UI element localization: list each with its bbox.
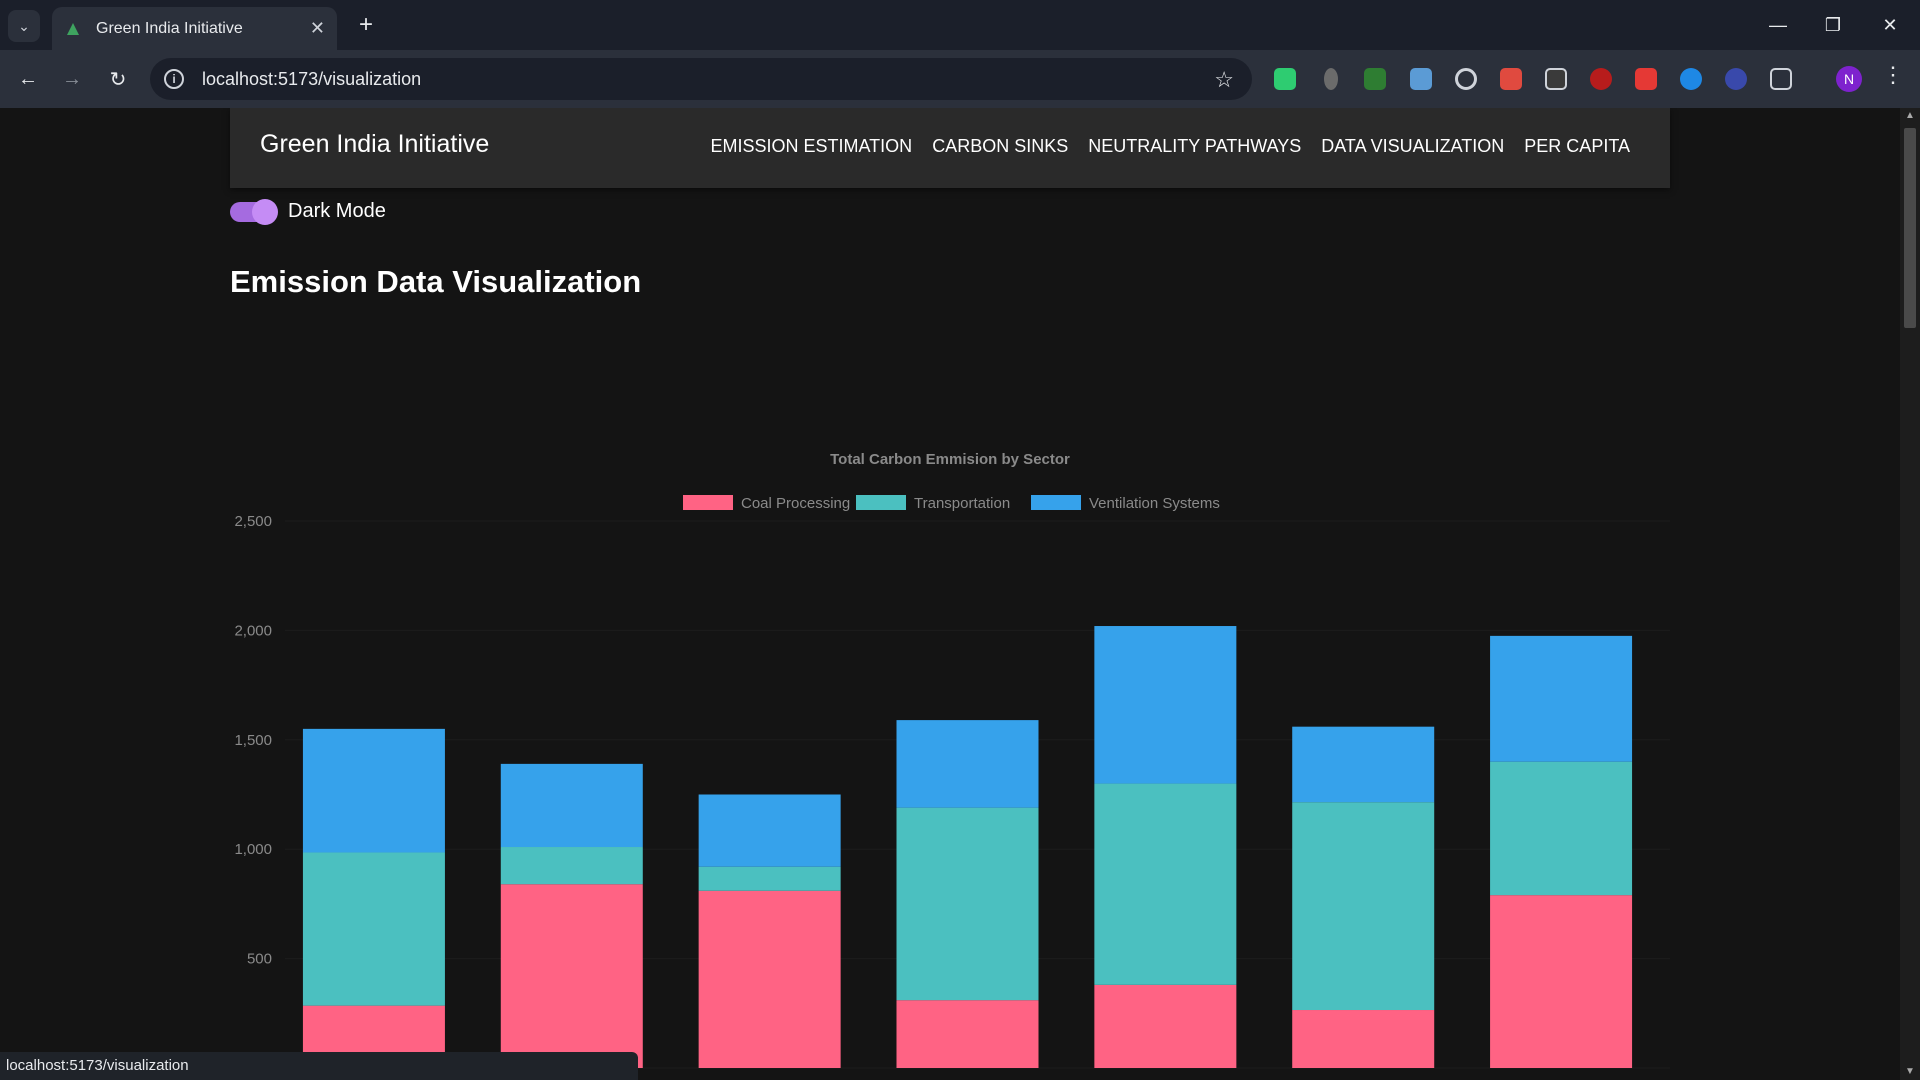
dark-mode-row: Dark Mode xyxy=(230,198,386,225)
close-window-button[interactable]: ✕ xyxy=(1870,8,1910,42)
emission-stacked-bar-chart: Total Carbon Emmision by Sector Coal Proc… xyxy=(234,451,1670,1077)
bar-february-1 xyxy=(500,847,643,885)
bar-april-2 xyxy=(896,720,1039,808)
nav-emission-estimation[interactable]: EMISSION ESTIMATION xyxy=(711,136,913,157)
extension-target-icon[interactable] xyxy=(1455,68,1477,90)
bar-june-1 xyxy=(1292,802,1435,1011)
bar-january-1 xyxy=(302,852,445,1006)
y-tick-label-5: 2,500 xyxy=(234,513,272,530)
extension-ublock-icon[interactable] xyxy=(1590,68,1612,90)
bar-june-0 xyxy=(1292,1010,1435,1068)
legend-label-2: Ventilation Systems xyxy=(1089,495,1220,512)
bar-may-2 xyxy=(1094,626,1237,784)
legend-swatch-0 xyxy=(683,495,733,510)
legend-swatch-1 xyxy=(856,495,906,510)
close-tab-icon[interactable]: ✕ xyxy=(310,18,325,39)
bar-february-0 xyxy=(500,884,643,1068)
toggle-knob xyxy=(252,198,278,225)
bar-april-1 xyxy=(896,807,1039,1001)
tab-title: Green India Initiative xyxy=(96,19,243,37)
extensions-puzzle-icon[interactable] xyxy=(1770,68,1792,90)
brand-title[interactable]: Green India Initiative xyxy=(260,130,489,159)
extension-glasses-icon[interactable] xyxy=(1545,68,1567,90)
nav-data-visualization[interactable]: DATA VISUALIZATION xyxy=(1321,136,1504,157)
page-content: Green India Initiative EMISSION ESTIMATI… xyxy=(0,108,1900,1080)
extension-blue-circle-icon[interactable] xyxy=(1680,68,1702,90)
bar-july-2 xyxy=(1490,635,1633,762)
back-button[interactable]: ← xyxy=(12,63,44,95)
nav-neutrality-pathways[interactable]: NEUTRALITY PATHWAYS xyxy=(1088,136,1301,157)
extension-youtube-icon[interactable] xyxy=(1635,68,1657,90)
y-tick-label-3: 1,500 xyxy=(234,732,272,749)
dark-mode-label: Dark Mode xyxy=(288,200,386,222)
chart-title: Total Carbon Emmision by Sector xyxy=(830,451,1070,468)
status-bar-url: localhost:5173/visualization xyxy=(0,1052,638,1080)
address-bar[interactable]: i localhost:5173/visualization ☆ xyxy=(150,58,1252,100)
extension-tree-icon[interactable] xyxy=(1364,68,1386,90)
extension-stripes-icon[interactable] xyxy=(1725,68,1747,90)
nav-carbon-sinks[interactable]: CARBON SINKS xyxy=(932,136,1068,157)
scroll-up-arrow-icon[interactable]: ▲ xyxy=(1904,110,1916,122)
scroll-down-arrow-icon[interactable]: ▼ xyxy=(1904,1066,1916,1078)
bar-may-1 xyxy=(1094,783,1237,985)
legend-label-0: Coal Processing xyxy=(741,495,850,512)
bar-march-2 xyxy=(698,794,841,867)
bar-january-2 xyxy=(302,728,445,853)
browser-tab[interactable]: Green India Initiative ✕ xyxy=(52,7,337,50)
reload-button[interactable]: ↻ xyxy=(102,63,134,95)
extension-shield-icon[interactable] xyxy=(1274,68,1296,90)
app-header: Green India Initiative EMISSION ESTIMATI… xyxy=(230,108,1670,188)
bar-march-0 xyxy=(698,890,841,1068)
browser-toolbar: ← → ↻ i localhost:5173/visualization ☆ xyxy=(0,50,1920,108)
minimize-window-button[interactable]: — xyxy=(1758,8,1798,42)
site-info-icon[interactable]: i xyxy=(164,69,184,89)
legend-swatch-2 xyxy=(1031,495,1081,510)
main-nav: EMISSION ESTIMATION CARBON SINKS NEUTRAL… xyxy=(711,136,1631,157)
y-tick-label-4: 2,000 xyxy=(234,622,272,639)
page-scrollbar[interactable]: ▲ ▼ xyxy=(1900,108,1920,1080)
dark-mode-toggle[interactable] xyxy=(230,198,278,225)
bar-june-2 xyxy=(1292,726,1435,803)
new-tab-button[interactable]: + xyxy=(352,10,380,40)
bar-july-1 xyxy=(1490,761,1633,896)
profile-avatar[interactable]: N xyxy=(1836,66,1862,92)
tab-search-button[interactable]: ⌄ xyxy=(8,10,40,42)
browser-menu-icon[interactable]: ⋮ xyxy=(1882,62,1904,88)
extension-puzzle-red-icon[interactable] xyxy=(1500,68,1522,90)
legend-label-1: Transportation xyxy=(914,495,1010,512)
extension-person-icon[interactable] xyxy=(1324,68,1338,90)
bar-february-2 xyxy=(500,763,643,848)
bar-july-0 xyxy=(1490,895,1633,1068)
y-tick-label-1: 500 xyxy=(247,951,272,968)
leaf-favicon-icon xyxy=(67,22,79,35)
bar-may-0 xyxy=(1094,984,1237,1068)
y-tick-label-2: 1,000 xyxy=(234,841,272,858)
scroll-thumb[interactable] xyxy=(1904,128,1916,328)
nav-per-capita[interactable]: PER CAPITA xyxy=(1524,136,1630,157)
browser-tab-strip: ⌄ Green India Initiative ✕ + — ❐ ✕ xyxy=(0,0,1920,50)
restore-window-button[interactable]: ❐ xyxy=(1813,8,1853,42)
page-title: Emission Data Visualization xyxy=(230,264,642,299)
bar-march-1 xyxy=(698,866,841,891)
extension-map-icon[interactable] xyxy=(1410,68,1432,90)
url-text: localhost:5173/visualization xyxy=(202,68,422,89)
bookmark-star-icon[interactable]: ☆ xyxy=(1214,67,1234,93)
forward-button[interactable]: → xyxy=(56,63,88,95)
bar-april-0 xyxy=(896,1000,1039,1068)
